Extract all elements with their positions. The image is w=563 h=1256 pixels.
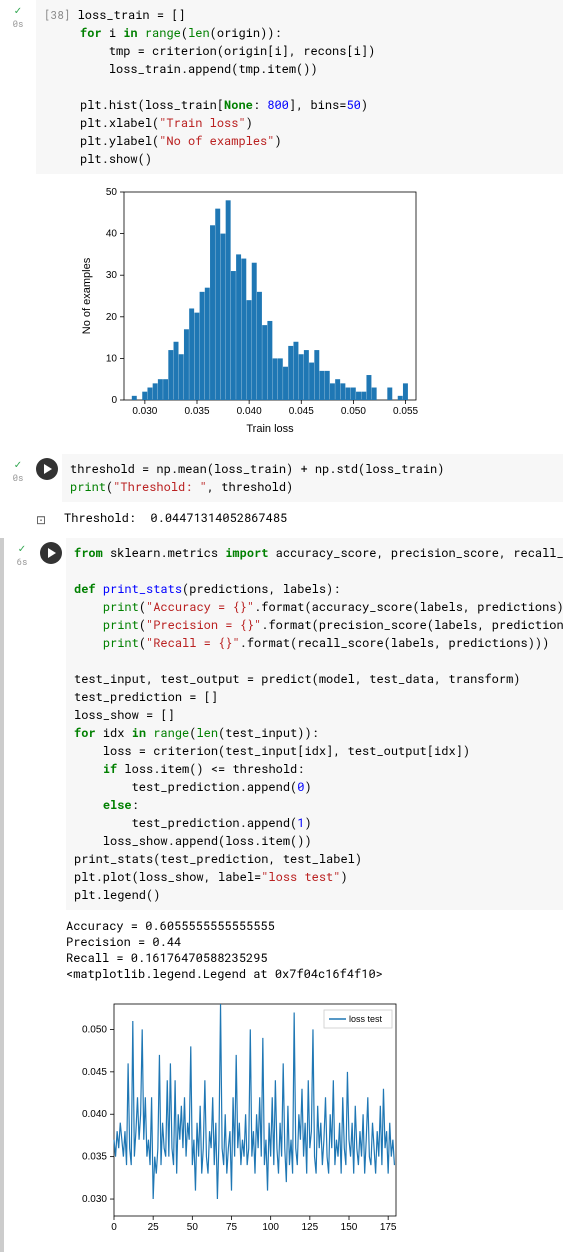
code-editor[interactable]: threshold = np.mean(loss_train) + np.std… bbox=[62, 454, 563, 502]
exec-timing: 0s bbox=[13, 473, 24, 484]
svg-text:loss test: loss test bbox=[349, 1014, 383, 1024]
histogram-plot: 0.030 0.035 0.040 0.045 0.050 0.055 0 10 20 30 40 5… bbox=[76, 182, 563, 442]
svg-text:0: 0 bbox=[111, 1222, 117, 1233]
svg-text:10: 10 bbox=[106, 353, 118, 364]
code-editor[interactable]: from sklearn.metrics import accuracy_sco… bbox=[66, 538, 563, 910]
run-button[interactable] bbox=[40, 542, 62, 564]
svg-text:175: 175 bbox=[380, 1222, 397, 1233]
cell-gutter: ✓ 6s bbox=[4, 538, 40, 1252]
svg-text:100: 100 bbox=[262, 1222, 279, 1233]
cell-gutter: ✓ 0s bbox=[0, 454, 36, 502]
svg-text:40: 40 bbox=[106, 229, 118, 240]
svg-text:0.035: 0.035 bbox=[82, 1152, 107, 1163]
cell-gutter: ✓ 0s bbox=[0, 0, 36, 450]
svg-text:20: 20 bbox=[106, 312, 118, 323]
code-editor[interactable]: [38] loss_train = [] for i in range(len(… bbox=[36, 0, 563, 174]
code-cell-2: ✓ 0s threshold = np.mean(loss_train) + n… bbox=[0, 454, 563, 502]
check-icon: ✓ bbox=[14, 4, 22, 17]
svg-text:0.050: 0.050 bbox=[341, 406, 366, 417]
code-cell-3: ✓ 6s from sklearn.metrics import accurac… bbox=[0, 538, 563, 1252]
svg-text:0.030: 0.030 bbox=[82, 1194, 107, 1205]
cell-output: Accuracy = 0.6055555555555555 Precision … bbox=[66, 918, 563, 982]
output-icon: ⊡ bbox=[36, 510, 64, 528]
svg-text:125: 125 bbox=[301, 1222, 318, 1233]
svg-text:75: 75 bbox=[226, 1222, 238, 1233]
svg-text:0: 0 bbox=[111, 395, 117, 406]
svg-text:0.035: 0.035 bbox=[184, 406, 209, 417]
svg-text:0.040: 0.040 bbox=[237, 406, 262, 417]
line-plot: 0 25 50 75 100 125 150 175 0.030 0.035 0.040 0.045 0… bbox=[66, 994, 563, 1244]
exec-timing: 0s bbox=[13, 19, 24, 30]
check-icon: ✓ bbox=[18, 542, 26, 555]
svg-text:25: 25 bbox=[148, 1222, 160, 1233]
exec-count: [38] bbox=[44, 7, 70, 22]
svg-text:50: 50 bbox=[106, 187, 118, 198]
svg-text:50: 50 bbox=[187, 1222, 199, 1233]
svg-text:No of examples: No of examples bbox=[81, 257, 93, 334]
svg-text:0.050: 0.050 bbox=[82, 1024, 107, 1035]
svg-text:0.045: 0.045 bbox=[82, 1067, 107, 1078]
svg-text:0.030: 0.030 bbox=[132, 406, 157, 417]
check-icon: ✓ bbox=[14, 458, 22, 471]
cell-output: Threshold: 0.04471314052867485 bbox=[64, 510, 287, 526]
exec-timing: 6s bbox=[17, 557, 28, 568]
svg-text:30: 30 bbox=[106, 270, 118, 281]
run-button[interactable] bbox=[36, 458, 58, 480]
svg-text:0.045: 0.045 bbox=[289, 406, 314, 417]
svg-text:0.040: 0.040 bbox=[82, 1109, 107, 1120]
code-cell-1: ✓ 0s [38] loss_train = [] for i in range… bbox=[0, 0, 563, 450]
svg-text:Train loss: Train loss bbox=[246, 423, 294, 435]
svg-text:150: 150 bbox=[341, 1222, 358, 1233]
svg-text:0.055: 0.055 bbox=[393, 406, 418, 417]
